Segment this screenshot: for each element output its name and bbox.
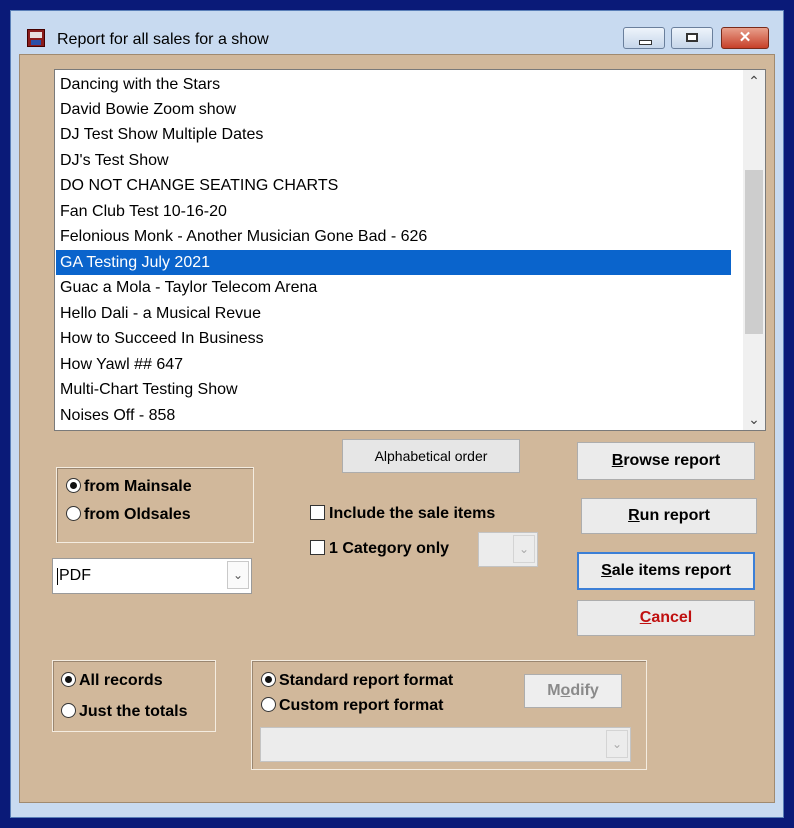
- run-report-button[interactable]: Run report: [581, 498, 757, 534]
- modify-label-end: dify: [570, 682, 599, 699]
- from-mainsale-radio[interactable]: from Mainsale: [66, 478, 192, 496]
- all-records-radio[interactable]: All records: [61, 672, 163, 690]
- app-icon: [27, 29, 45, 47]
- sale-items-report-accesskey: S: [601, 562, 612, 579]
- all-records-label: All records: [79, 672, 163, 689]
- radio-selected-icon: [61, 672, 76, 687]
- cancel-accesskey: C: [639, 609, 652, 626]
- close-button[interactable]: ✕: [721, 27, 769, 49]
- browse-report-label: rowse report: [623, 452, 721, 469]
- browse-report-accesskey: B: [611, 452, 624, 469]
- list-item[interactable]: How Yawl ## 647: [56, 352, 731, 377]
- vertical-scrollbar[interactable]: ⌃ ⌄: [743, 70, 765, 430]
- just-totals-label: Just the totals: [79, 703, 188, 720]
- one-category-label: 1 Category only: [329, 540, 450, 557]
- radio-icon: [66, 506, 81, 521]
- include-sale-items-checkbox[interactable]: Include the sale items: [310, 505, 495, 523]
- window-title: Report for all sales for a show: [57, 31, 269, 48]
- list-item[interactable]: Dancing with the Stars: [56, 72, 731, 97]
- chevron-down-icon: ⌄: [606, 730, 628, 758]
- radio-selected-icon: [66, 478, 81, 493]
- dialog-client-area: Dancing with the Stars David Bowie Zoom …: [19, 54, 775, 803]
- standard-format-radio[interactable]: Standard report format: [261, 672, 453, 690]
- radio-selected-icon: [261, 672, 276, 687]
- list-item[interactable]: DJ Test Show Multiple Dates: [56, 122, 731, 147]
- output-format-value: PDF: [59, 567, 91, 584]
- list-item[interactable]: How to Succeed In Business: [56, 326, 731, 351]
- modify-label-start: M: [547, 682, 561, 699]
- checkbox-icon: [310, 540, 325, 555]
- list-item-selected[interactable]: GA Testing July 2021: [56, 250, 731, 275]
- list-item[interactable]: Hello Dali - a Musical Revue: [56, 301, 731, 326]
- list-item[interactable]: Felonious Monk - Another Musician Gone B…: [56, 224, 731, 249]
- scroll-thumb[interactable]: [745, 170, 763, 334]
- modify-button: Modify: [524, 674, 622, 708]
- close-icon: ✕: [738, 29, 752, 46]
- source-groupbox: from Mainsale from Oldsales: [56, 467, 254, 543]
- list-item[interactable]: Noises Off - 858: [56, 403, 731, 428]
- custom-format-select: ⌄: [260, 727, 631, 762]
- maximize-icon: [686, 33, 698, 42]
- maximize-button[interactable]: [671, 27, 713, 49]
- list-item[interactable]: David Bowie Zoom show: [56, 97, 731, 122]
- minimize-icon: [639, 40, 652, 45]
- modify-accesskey: o: [560, 682, 571, 699]
- just-totals-radio[interactable]: Just the totals: [61, 703, 187, 721]
- alphabetical-order-button[interactable]: Alphabetical order: [342, 439, 520, 473]
- show-listbox[interactable]: Dancing with the Stars David Bowie Zoom …: [54, 69, 766, 431]
- include-sale-items-label: Include the sale items: [329, 505, 496, 522]
- run-report-label: un report: [639, 507, 710, 524]
- checkbox-icon: [310, 505, 325, 520]
- report-format-groupbox: Standard report format Custom report for…: [251, 660, 647, 770]
- chevron-down-icon[interactable]: ⌄: [227, 561, 249, 589]
- scroll-up-icon[interactable]: ⌃: [743, 70, 765, 92]
- sale-items-report-label: ale items report: [611, 562, 731, 579]
- run-report-accesskey: R: [628, 507, 640, 524]
- list-item[interactable]: Multi-Chart Testing Show: [56, 377, 731, 402]
- minimize-button[interactable]: [623, 27, 665, 49]
- cancel-button[interactable]: Cancel: [577, 600, 755, 636]
- category-select: ⌄: [478, 532, 538, 567]
- report-window: Report for all sales for a show ✕ Dancin…: [10, 10, 784, 818]
- list-item[interactable]: Guac a Mola - Taylor Telecom Arena: [56, 275, 731, 300]
- browse-report-button[interactable]: Browse report: [577, 442, 755, 480]
- custom-format-label: Custom report format: [279, 697, 444, 714]
- one-category-checkbox[interactable]: 1 Category only: [310, 540, 449, 558]
- radio-icon: [61, 703, 76, 718]
- from-oldsales-label: from Oldsales: [84, 506, 191, 523]
- records-groupbox: All records Just the totals: [52, 660, 216, 732]
- custom-format-radio[interactable]: Custom report format: [261, 697, 443, 715]
- list-item[interactable]: Fan Club Test 10-16-20: [56, 199, 731, 224]
- text-cursor: [57, 568, 58, 585]
- cancel-label: ancel: [651, 609, 693, 626]
- scroll-down-icon[interactable]: ⌄: [743, 408, 765, 430]
- from-oldsales-radio[interactable]: from Oldsales: [66, 506, 191, 524]
- from-mainsale-label: from Mainsale: [84, 478, 192, 495]
- sale-items-report-button[interactable]: Sale items report: [577, 552, 755, 590]
- list-item[interactable]: DJ's Test Show: [56, 148, 731, 173]
- radio-icon: [261, 697, 276, 712]
- chevron-down-icon: ⌄: [513, 535, 535, 563]
- output-format-select[interactable]: PDF ⌄: [52, 558, 252, 594]
- standard-format-label: Standard report format: [279, 672, 454, 689]
- list-item[interactable]: DO NOT CHANGE SEATING CHARTS: [56, 173, 731, 198]
